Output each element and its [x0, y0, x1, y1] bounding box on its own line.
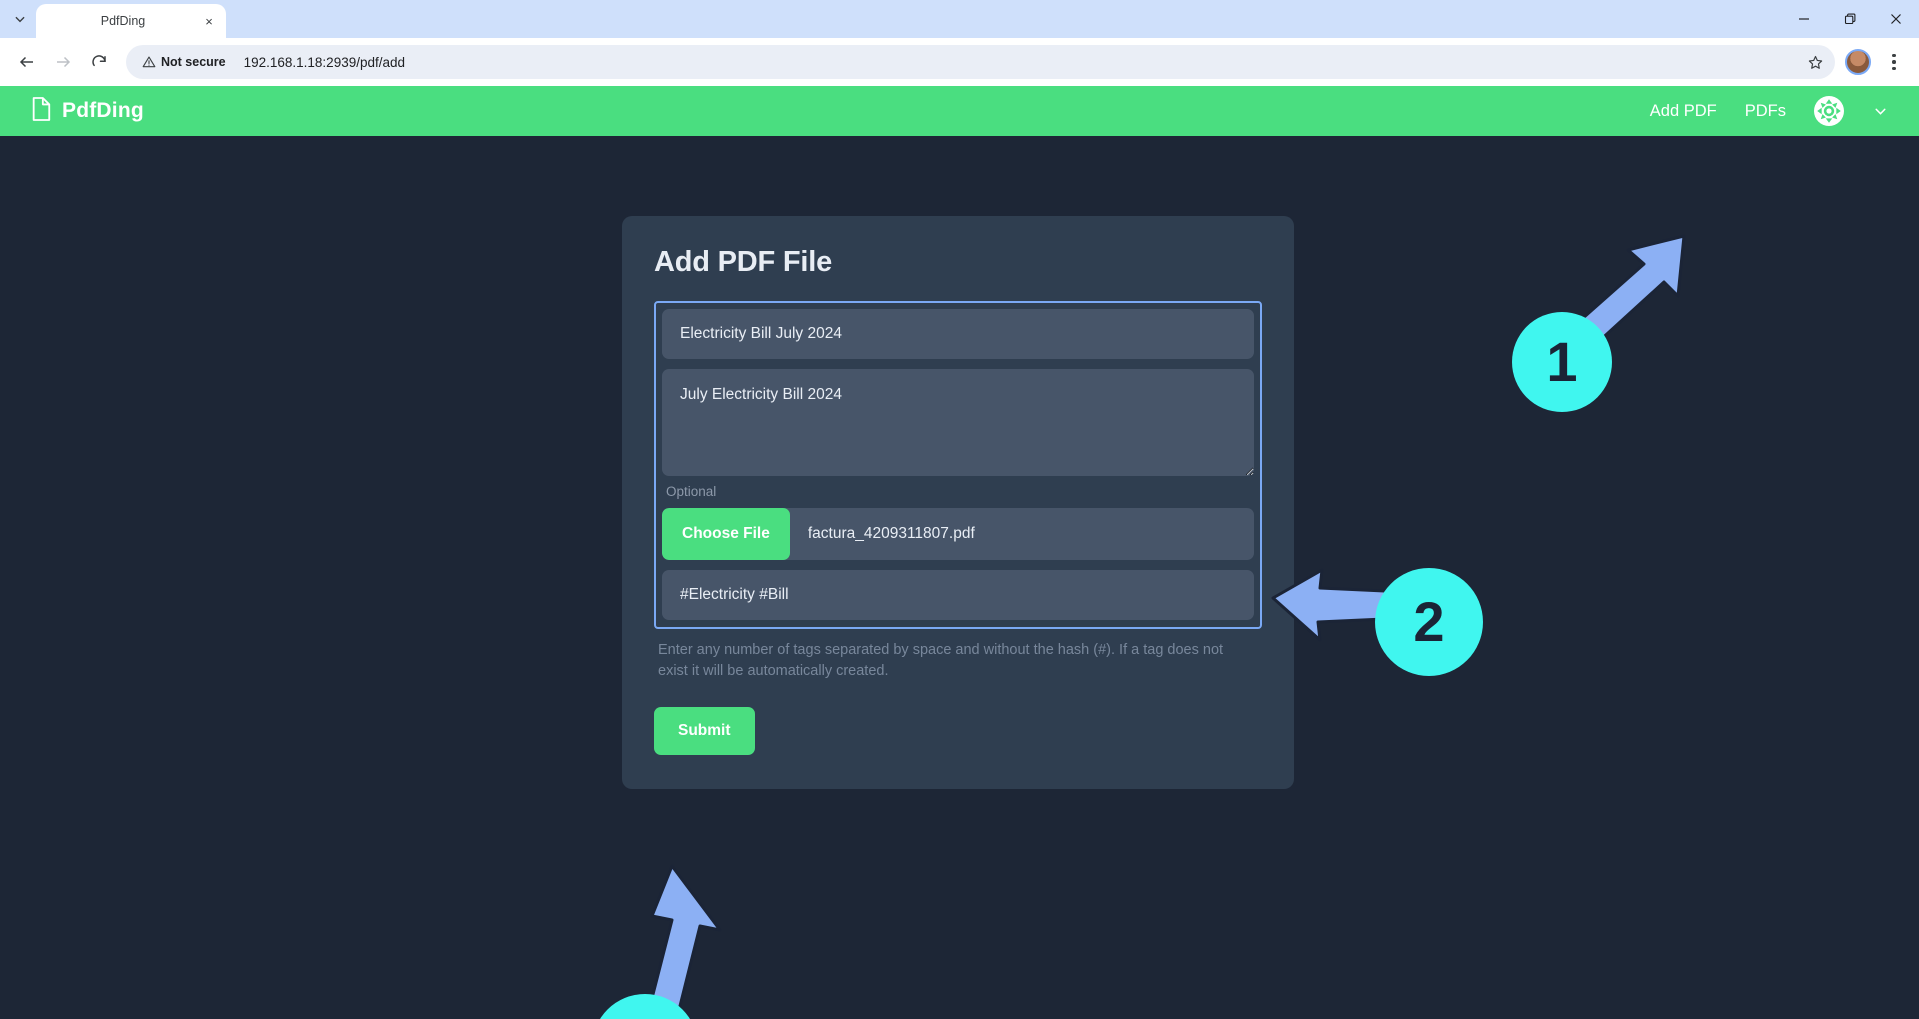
- submit-button[interactable]: Submit: [654, 707, 755, 756]
- profile-avatar[interactable]: [1845, 49, 1871, 75]
- tab-title: PdfDing: [100, 14, 146, 28]
- app-navbar: PdfDing Add PDF PDFs: [0, 86, 1919, 136]
- close-icon[interactable]: ×: [200, 12, 218, 30]
- document-icon: [30, 96, 52, 127]
- add-pdf-card: Add PDF File July Electricity Bill 2024 …: [622, 216, 1294, 790]
- tab-search-icon[interactable]: [4, 4, 36, 34]
- selected-file-name: factura_4209311807.pdf: [807, 525, 975, 542]
- browser-toolbar: Not secure 192.168.1.18:2939/pdf/add: [0, 38, 1919, 86]
- address-bar[interactable]: Not secure 192.168.1.18:2939/pdf/add: [126, 45, 1835, 79]
- nav-item-pdfs[interactable]: PDFs: [1745, 102, 1786, 121]
- form-fields-group: July Electricity Bill 2024 Optional Choo…: [654, 301, 1262, 629]
- forward-icon: [46, 45, 80, 79]
- minimize-icon[interactable]: [1781, 0, 1827, 38]
- choose-file-button[interactable]: Choose File: [662, 508, 790, 560]
- optional-hint: Optional: [666, 484, 717, 499]
- page-title: Add PDF File: [654, 246, 833, 278]
- brand-logo[interactable]: PdfDing: [30, 96, 144, 127]
- chevron-down-icon[interactable]: [1872, 103, 1889, 120]
- app-viewport: PdfDing Add PDF PDFs Add PDF File Electr…: [0, 86, 1919, 1019]
- reload-icon[interactable]: [82, 45, 116, 79]
- browser-tab[interactable]: PdfDing ×: [36, 4, 226, 38]
- tab-strip: PdfDing ×: [0, 0, 1919, 38]
- nav-item-add-pdf[interactable]: Add PDF: [1650, 102, 1717, 121]
- url-text: 192.168.1.18:2939/pdf/add: [243, 54, 406, 70]
- navbar-links: Add PDF PDFs: [1650, 96, 1889, 126]
- user-settings-avatar[interactable]: [1814, 96, 1844, 126]
- browser-menu-icon[interactable]: [1879, 45, 1909, 79]
- file-picker-row[interactable]: Choose File factura_4209311807.pdf: [662, 508, 1254, 560]
- pdf-name-input[interactable]: [662, 309, 1254, 359]
- back-icon[interactable]: [10, 45, 44, 79]
- window-controls: [1781, 0, 1919, 38]
- browser-chrome: PdfDing × Not secure 192.168.1.18:2939/p…: [0, 0, 1919, 86]
- pdf-tags-input[interactable]: [662, 570, 1254, 620]
- security-label: Not secure: [161, 55, 226, 69]
- bookmark-star-icon[interactable]: [1801, 48, 1829, 76]
- gear-icon: [1817, 99, 1841, 123]
- tags-help-text: Enter any number of tags separated by sp…: [658, 642, 1224, 680]
- annotation-step-1: 1: [1512, 312, 1612, 412]
- brand-name: PdfDing: [62, 99, 144, 122]
- restore-icon[interactable]: [1827, 0, 1873, 38]
- close-window-icon[interactable]: [1873, 0, 1919, 38]
- annotation-step-2: 2: [1375, 568, 1483, 676]
- security-indicator[interactable]: Not secure: [138, 52, 234, 72]
- pdf-description-textarea[interactable]: July Electricity Bill 2024: [662, 369, 1254, 476]
